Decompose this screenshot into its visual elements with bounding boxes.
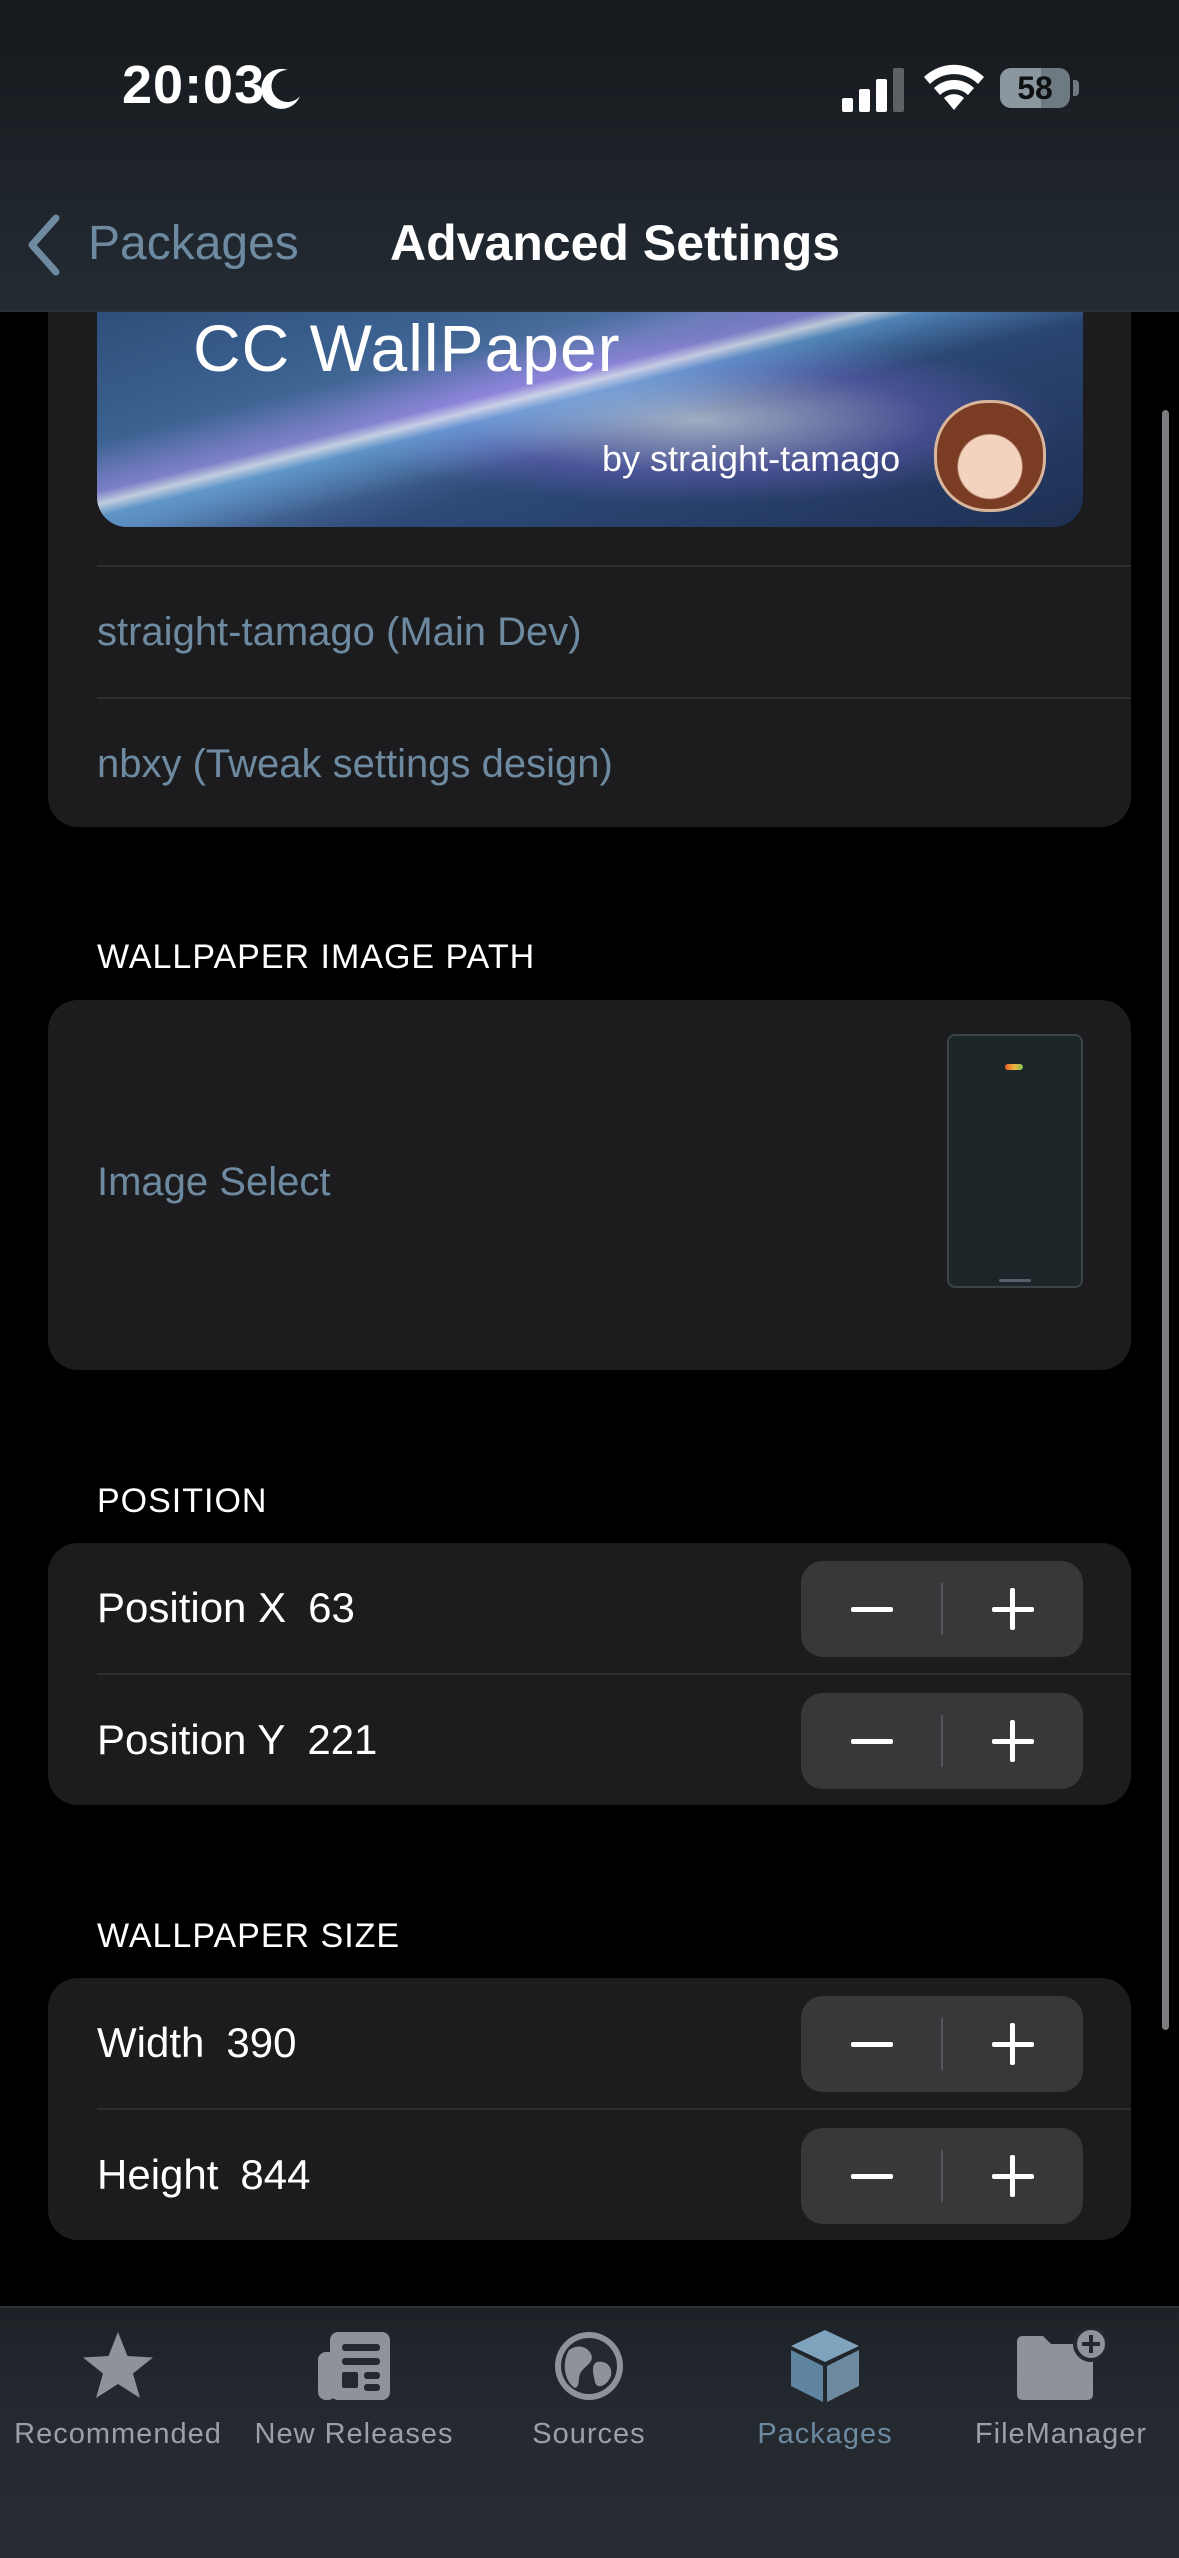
- width-increment-button[interactable]: [942, 1996, 1083, 2092]
- position-x-row: Position X 63: [97, 1584, 355, 1632]
- wallpaper-thumbnail[interactable]: [947, 1034, 1083, 1288]
- section-header-position: POSITION: [97, 1482, 268, 1520]
- row-divider: [97, 2108, 1131, 2110]
- row-divider: [97, 1673, 1131, 1675]
- banner-title: CC WallPaper: [193, 311, 621, 385]
- newspaper-icon: [318, 2332, 390, 2400]
- thumbnail-home-indicator: [999, 1279, 1031, 1282]
- height-stepper[interactable]: [801, 2128, 1083, 2224]
- author-avatar: [934, 400, 1046, 512]
- height-value: 844: [240, 2151, 311, 2198]
- width-value: 390: [226, 2019, 297, 2066]
- cellular-signal-icon: [842, 68, 904, 112]
- tab-label: Sources: [532, 2418, 646, 2450]
- height-label: Height: [97, 2151, 219, 2198]
- tab-label: FileManager: [974, 2418, 1148, 2450]
- tab-packages[interactable]: Packages: [707, 2328, 943, 2478]
- section-header-wallpaper-size: WALLPAPER SIZE: [97, 1917, 401, 1955]
- position-x-increment-button[interactable]: [942, 1561, 1083, 1657]
- position-y-row: Position Y 221: [97, 1716, 377, 1764]
- position-y-decrement-button[interactable]: [801, 1693, 942, 1789]
- minus-icon: [851, 2042, 893, 2047]
- tab-bar: Recommended New Releases Sources Package…: [0, 2306, 1179, 2558]
- page-title: Advanced Settings: [390, 215, 841, 271]
- minus-icon: [851, 1607, 893, 1612]
- banner-author: by straight-tamago: [602, 438, 901, 479]
- back-chevron-icon[interactable]: [24, 214, 64, 276]
- tab-filemanager[interactable]: FileManager: [943, 2328, 1179, 2478]
- section-header-image-path: WALLPAPER IMAGE PATH: [97, 938, 536, 976]
- tab-label: New Releases: [254, 2418, 454, 2450]
- position-x-value: 63: [308, 1584, 355, 1631]
- star-icon: [83, 2332, 153, 2398]
- settings-content: CC WallPaper by straight-tamago straight…: [0, 0, 1179, 2556]
- moon-icon: [261, 68, 300, 109]
- position-x-decrement-button[interactable]: [801, 1561, 942, 1657]
- credit-row-design[interactable]: nbxy (Tweak settings design): [97, 697, 1131, 829]
- position-y-label: Position Y: [97, 1716, 286, 1763]
- tab-label: Packages: [757, 2418, 893, 2450]
- wifi-icon: [924, 64, 984, 110]
- width-row: Width 390: [97, 2019, 296, 2067]
- width-decrement-button[interactable]: [801, 1996, 942, 2092]
- height-increment-button[interactable]: [942, 2128, 1083, 2224]
- height-row: Height 844: [97, 2151, 310, 2199]
- package-icon: [791, 2330, 859, 2402]
- minus-icon: [851, 1739, 893, 1744]
- credit-row-main-dev[interactable]: straight-tamago (Main Dev): [97, 565, 1131, 697]
- status-time: 20:03: [122, 55, 266, 115]
- position-y-stepper[interactable]: [801, 1693, 1083, 1789]
- tab-label: Recommended: [14, 2418, 222, 2450]
- width-label: Width: [97, 2019, 205, 2066]
- position-y-increment-button[interactable]: [942, 1693, 1083, 1789]
- folder-add-icon: [1017, 2328, 1109, 2400]
- height-decrement-button[interactable]: [801, 2128, 942, 2224]
- battery-percent: 58: [1017, 70, 1053, 106]
- thumbnail-logo: [1005, 1064, 1023, 1070]
- globe-icon: [555, 2332, 623, 2400]
- position-x-label: Position X: [97, 1584, 287, 1631]
- minus-icon: [851, 2174, 893, 2179]
- position-y-value: 221: [307, 1716, 378, 1763]
- image-select-button[interactable]: Image Select: [97, 1160, 330, 1205]
- tab-sources[interactable]: Sources: [471, 2328, 707, 2478]
- back-button[interactable]: Packages: [88, 216, 299, 271]
- position-x-stepper[interactable]: [801, 1561, 1083, 1657]
- tab-new-releases[interactable]: New Releases: [236, 2328, 472, 2478]
- tab-recommended[interactable]: Recommended: [0, 2328, 236, 2478]
- scrollbar[interactable]: [1162, 410, 1169, 2030]
- battery-tip: [1073, 80, 1079, 96]
- battery-indicator: 58: [1000, 68, 1070, 108]
- navigation-bar: 20:03 58 Packages Advanced Settings: [0, 0, 1179, 312]
- width-stepper[interactable]: [801, 1996, 1083, 2092]
